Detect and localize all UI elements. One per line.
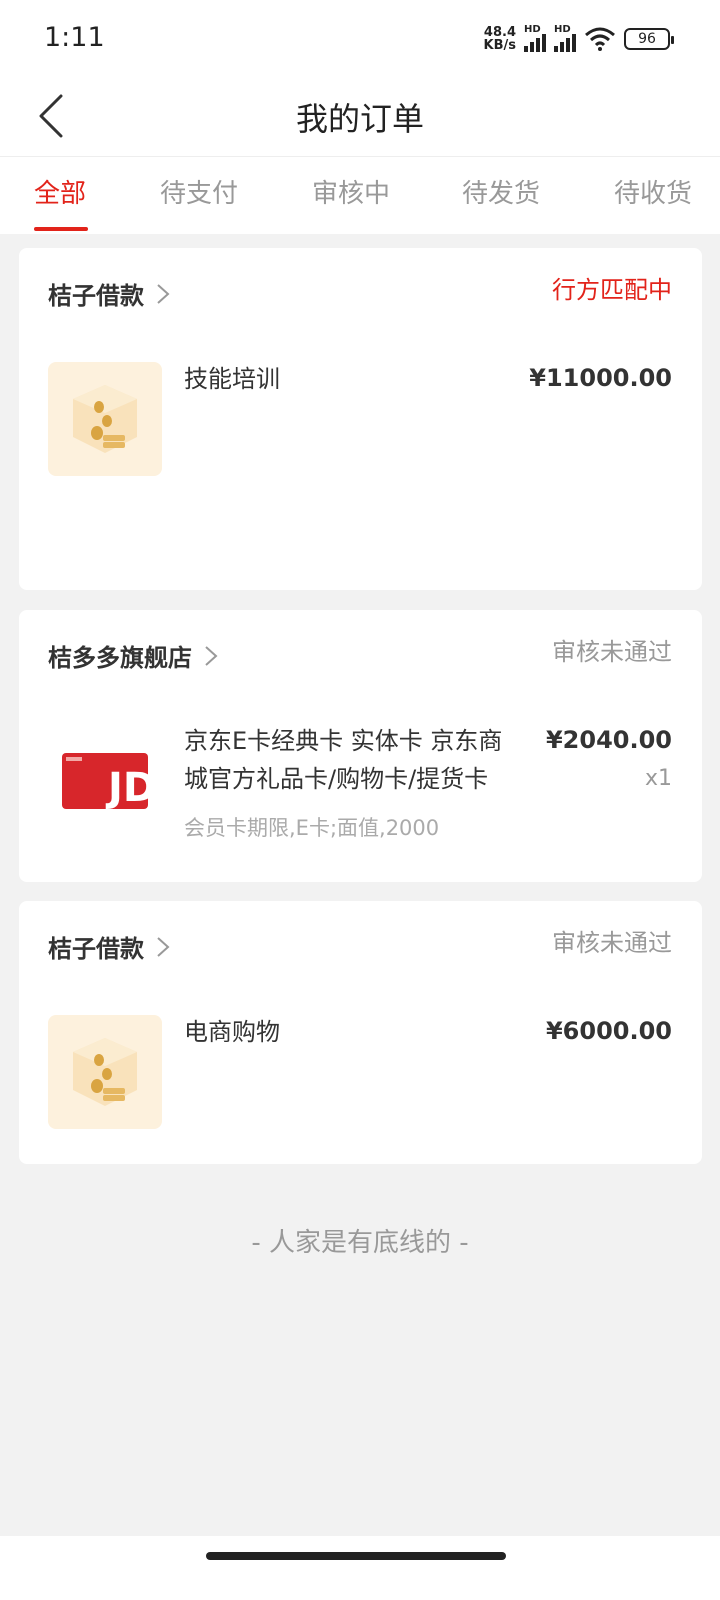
status-time: 1:11 bbox=[44, 22, 105, 53]
product-name: 电商购物 bbox=[184, 1018, 280, 1046]
wifi-icon bbox=[585, 27, 615, 51]
order-tabs: 全部 待支付 审核中 待发货 待收货 bbox=[0, 156, 720, 234]
coin-box-icon bbox=[73, 1038, 137, 1106]
battery-icon: 96 bbox=[624, 28, 674, 50]
home-gesture-bar[interactable] bbox=[206, 1552, 506, 1560]
status-icons: 48.4 KB/s HD HD 96 bbox=[483, 22, 674, 56]
order-status: 行方匹配中 bbox=[552, 276, 672, 304]
chevron-right-icon bbox=[156, 936, 170, 958]
product-name: 技能培训 bbox=[184, 365, 280, 393]
product-quantity: x1 bbox=[644, 766, 672, 791]
shop-name: 桔子借款 bbox=[48, 935, 144, 963]
tab-pending-shipment[interactable]: 待发货 bbox=[462, 173, 540, 210]
chevron-right-icon bbox=[204, 645, 218, 667]
order-card[interactable]: 桔子借款 审核未通过 电商购物 ¥6000.00 bbox=[19, 901, 702, 1164]
order-card[interactable]: 桔子借款 行方匹配中 技能培训 ¥11000.00 bbox=[19, 248, 702, 590]
tab-pending-receipt[interactable]: 待收货 bbox=[614, 173, 692, 210]
product-thumbnail[interactable] bbox=[48, 362, 162, 476]
end-of-list-note: - 人家是有底线的 - bbox=[251, 1228, 469, 1258]
network-speed: 48.4 KB/s bbox=[483, 25, 516, 53]
jd-gift-card-icon: JD bbox=[62, 753, 148, 809]
chevron-right-icon bbox=[156, 283, 170, 305]
tab-under-review[interactable]: 审核中 bbox=[312, 173, 390, 210]
product-thumbnail[interactable] bbox=[48, 1015, 162, 1129]
signal-icon-2: HD bbox=[554, 24, 576, 52]
product-thumbnail[interactable]: JD bbox=[48, 724, 162, 838]
nav-bar: 我的订单 bbox=[0, 76, 720, 156]
home-indicator-area bbox=[0, 1536, 720, 1600]
active-tab-indicator bbox=[34, 227, 88, 231]
shop-link[interactable]: 桔子借款 bbox=[48, 276, 170, 311]
product-price: ¥11000.00 bbox=[529, 364, 672, 392]
tab-pending-payment[interactable]: 待支付 bbox=[160, 173, 238, 210]
svg-text:JD: JD bbox=[105, 765, 148, 809]
order-card[interactable]: 桔多多旗舰店 审核未通过 JD 京东E卡经典卡 实体卡 京东商 城官方礼品卡/购… bbox=[19, 610, 702, 882]
signal-icon: HD bbox=[524, 24, 546, 52]
product-price: ¥2040.00 bbox=[545, 726, 672, 754]
shop-link[interactable]: 桔子借款 bbox=[48, 929, 170, 964]
order-status: 审核未通过 bbox=[552, 638, 672, 666]
shop-name: 桔子借款 bbox=[48, 282, 144, 310]
status-bar: 1:11 48.4 KB/s HD HD 96 bbox=[0, 0, 720, 76]
product-spec: 会员卡期限,E卡;面值,2000 bbox=[184, 816, 440, 840]
order-status: 审核未通过 bbox=[552, 929, 672, 957]
tab-all[interactable]: 全部 bbox=[34, 173, 86, 210]
product-price: ¥6000.00 bbox=[545, 1017, 672, 1045]
product-name: 京东E卡经典卡 实体卡 京东商 城官方礼品卡/购物卡/提货卡 bbox=[184, 727, 503, 793]
coin-box-icon bbox=[73, 385, 137, 453]
shop-link[interactable]: 桔多多旗舰店 bbox=[48, 638, 218, 673]
shop-name: 桔多多旗舰店 bbox=[48, 644, 192, 672]
page-title: 我的订单 bbox=[295, 100, 424, 138]
